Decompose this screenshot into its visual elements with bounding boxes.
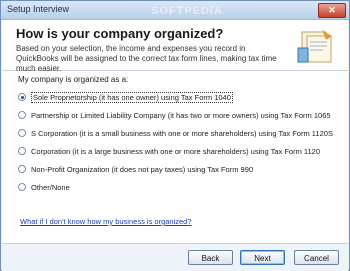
window-title: Setup Interview <box>7 4 70 14</box>
tax-documents-icon <box>297 30 332 63</box>
organization-prompt: My company is organized as a: <box>18 75 129 84</box>
back-button[interactable]: Back <box>188 250 233 265</box>
option-label[interactable]: S Corporation (it is a small business wi… <box>31 129 333 138</box>
page-description: Based on your selection, the income and … <box>16 44 277 73</box>
page-title: How is your company organized? <box>16 26 224 41</box>
close-button[interactable]: ✕ <box>318 3 346 18</box>
title-bar[interactable]: Setup Interview SOFTPEDIA ✕ <box>1 1 349 20</box>
cancel-button[interactable]: Cancel <box>294 250 339 265</box>
next-button[interactable]: Next <box>240 250 285 265</box>
option-label[interactable]: Partnership or Limited Liability Company… <box>31 111 331 120</box>
option-label[interactable]: Corporation (it is a large business with… <box>31 147 320 156</box>
option-non-profit[interactable]: Non-Profit Organization (it does not pay… <box>18 163 253 175</box>
dialog-content: My company is organized as a: Sole Propr… <box>2 71 348 243</box>
radio-partnership[interactable] <box>18 111 26 119</box>
option-sole-proprietorship[interactable]: Sole Proprietorship (it has one owner) u… <box>18 91 233 103</box>
help-link[interactable]: What if I don't know how my business is … <box>20 217 192 226</box>
option-label[interactable]: Non-Profit Organization (it does not pay… <box>31 165 253 174</box>
radio-non-profit[interactable] <box>18 165 26 173</box>
option-corporation[interactable]: Corporation (it is a large business with… <box>18 145 320 157</box>
option-other-none[interactable]: Other/None <box>18 181 70 193</box>
radio-corporation[interactable] <box>18 147 26 155</box>
option-label[interactable]: Sole Proprietorship (it has one owner) u… <box>31 91 233 103</box>
option-label[interactable]: Other/None <box>31 183 70 192</box>
dialog-footer: Back Next Cancel <box>2 243 348 271</box>
radio-s-corporation[interactable] <box>18 129 26 137</box>
radio-other-none[interactable] <box>18 183 26 191</box>
dialog-header: How is your company organized? Based on … <box>2 20 348 73</box>
watermark: SOFTPEDIA <box>151 5 223 17</box>
radio-sole-proprietorship[interactable] <box>18 93 26 101</box>
setup-interview-window: Setup Interview SOFTPEDIA ✕ How is your … <box>0 0 350 271</box>
option-s-corporation[interactable]: S Corporation (it is a small business wi… <box>18 127 333 139</box>
option-partnership[interactable]: Partnership or Limited Liability Company… <box>18 109 331 121</box>
